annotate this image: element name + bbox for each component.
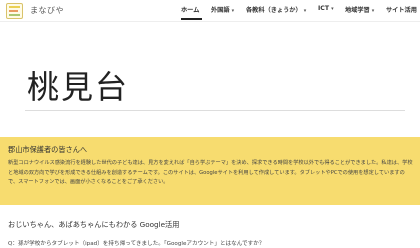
- school-logo-icon[interactable]: [6, 3, 23, 19]
- nav-item-foreign-language[interactable]: 外国語 ▾: [211, 5, 234, 14]
- notice-section: 郡山市保護者の皆さんへ 新型コロナウイルス感染流行を経験した世代の子ども達は、見…: [0, 137, 420, 205]
- chevron-down-icon: ▾: [371, 8, 375, 14]
- logo-stripe: [9, 10, 18, 12]
- notice-title: 郡山市保護者の皆さんへ: [8, 145, 88, 154]
- top-navigation-bar: まなびや ホーム 外国語 ▾ 各教科（きょうか） ▾ ICT ▾ 地域学習 ▾ サイト活…: [0, 0, 420, 22]
- nav-item-label: サイト活用: [386, 7, 417, 14]
- hero-banner: 桃見台: [0, 22, 420, 137]
- chevron-down-icon: ▾: [231, 8, 235, 14]
- nav-item-home[interactable]: ホーム: [181, 5, 199, 14]
- page-title: 桃見台: [27, 68, 130, 106]
- logo-stripe: [9, 14, 20, 16]
- section-heading: おじいちゃん、あばあちゃんにもわかる Google活用: [8, 220, 180, 229]
- nav-item-local-study[interactable]: 地域学習 ▾: [345, 5, 374, 14]
- logo-stripe: [9, 6, 20, 8]
- nav-item-label: ホーム: [181, 7, 200, 14]
- nav-item-label: 各教科（きょうか）: [246, 7, 302, 14]
- chevron-down-icon: ▾: [303, 8, 307, 14]
- nav-item-ict[interactable]: ICT ▾: [318, 5, 334, 12]
- nav-item-label: ICT: [318, 5, 330, 12]
- active-tab-indicator: [181, 18, 202, 20]
- title-divider: [25, 110, 405, 111]
- nav-item-subjects[interactable]: 各教科（きょうか） ▾: [246, 5, 306, 14]
- nav-item-label: 外国語: [211, 7, 230, 14]
- site-name[interactable]: まなびや: [30, 5, 64, 16]
- nav-item-label: 地域学習: [345, 7, 370, 14]
- nav-item-site-usage[interactable]: サイト活用: [386, 5, 417, 14]
- chevron-down-icon: ▾: [331, 6, 334, 12]
- faq-question: Q：孫が学校からタブレット（ipad）を持ち帰ってきました。「Googleアカウ…: [8, 241, 265, 247]
- notice-body: 新型コロナウイルス感染流行を経験した世代の子ども達は、見方を変えれば「自ら学ぶテ…: [8, 160, 413, 185]
